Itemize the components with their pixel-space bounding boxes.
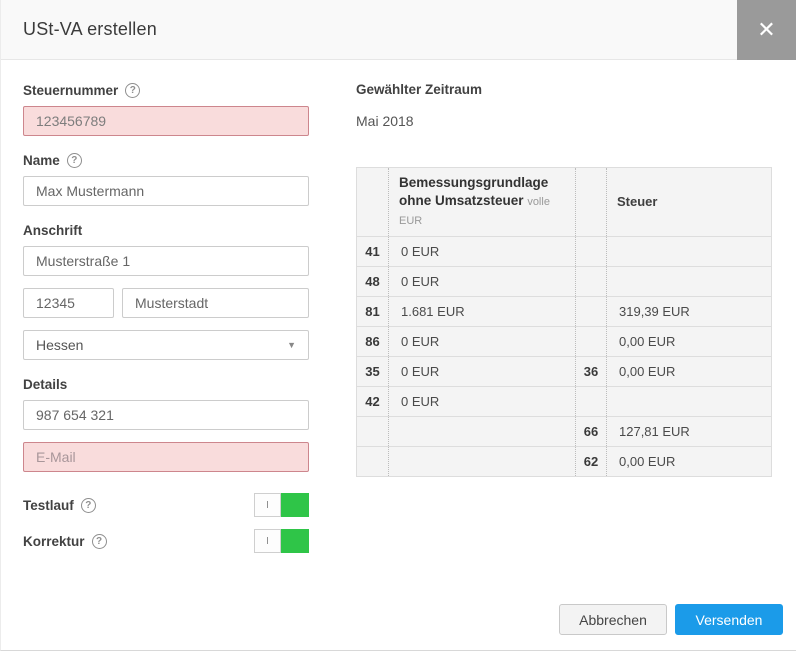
base-cell: 0 EUR — [389, 327, 576, 357]
street-input[interactable] — [23, 246, 309, 276]
base-cell — [389, 417, 576, 447]
base-cell: 0 EUR — [389, 387, 576, 417]
testlauf-row: Testlauf ? I — [23, 493, 309, 517]
tax-cell — [607, 267, 772, 297]
anschrift-label: Anschrift — [23, 222, 309, 238]
table-row: 35 0 EUR 36 0,00 EUR — [357, 357, 772, 387]
dialog-body: Steuernummer ? Name ? Anschrift Hessen ▼… — [1, 60, 796, 565]
state-select-value: Hessen — [36, 337, 83, 353]
state-select[interactable]: Hessen ▼ — [23, 330, 309, 360]
table-row: 41 0 EUR — [357, 237, 772, 267]
toggle-handle: I — [254, 493, 281, 517]
city-input[interactable] — [122, 288, 309, 318]
base-cell: 0 EUR — [389, 267, 576, 297]
code-cell: 42 — [357, 387, 389, 417]
steuernummer-label: Steuernummer ? — [23, 82, 309, 98]
help-icon[interactable]: ? — [67, 153, 82, 168]
table-row: 62 0,00 EUR — [357, 447, 772, 477]
close-button[interactable]: ✕ — [737, 0, 796, 60]
reference-input[interactable] — [23, 400, 309, 430]
form-column: Steuernummer ? Name ? Anschrift Hessen ▼… — [23, 82, 309, 565]
code-cell: 86 — [357, 327, 389, 357]
name-label: Name ? — [23, 152, 309, 168]
toggle-handle: I — [254, 529, 281, 553]
base-cell: 0 EUR — [389, 237, 576, 267]
zeitraum-label: Gewählter Zeitraum — [356, 82, 775, 97]
help-icon[interactable]: ? — [92, 534, 107, 549]
code2-cell: 62 — [576, 447, 607, 477]
code2-cell — [576, 327, 607, 357]
code-cell: 41 — [357, 237, 389, 267]
tax-cell: 319,39 EUR — [607, 297, 772, 327]
ust-va-dialog: USt-VA erstellen ✕ Steuernummer ? Name ?… — [0, 0, 796, 651]
testlauf-label-text: Testlauf — [23, 498, 74, 513]
header-base-cell: Bemessungsgrundlage ohne Umsatzsteuer vo… — [389, 168, 576, 237]
help-icon[interactable]: ? — [81, 498, 96, 513]
email-input[interactable] — [23, 442, 309, 472]
base-cell: 1.681 EUR — [389, 297, 576, 327]
testlauf-toggle[interactable]: I — [254, 493, 309, 517]
toggle-track-on — [281, 529, 309, 553]
korrektur-toggle[interactable]: I — [254, 529, 309, 553]
tax-cell — [607, 237, 772, 267]
zip-city-row — [23, 288, 309, 318]
table-row: 86 0 EUR 0,00 EUR — [357, 327, 772, 357]
name-input[interactable] — [23, 176, 309, 206]
help-icon[interactable]: ? — [125, 83, 140, 98]
dialog-footer: Abbrechen Versenden — [559, 604, 783, 635]
tax-cell: 0,00 EUR — [607, 447, 772, 477]
steuernummer-input[interactable] — [23, 106, 309, 136]
code-cell: 35 — [357, 357, 389, 387]
base-cell: 0 EUR — [389, 357, 576, 387]
chevron-down-icon: ▼ — [287, 340, 296, 350]
tax-cell: 127,81 EUR — [607, 417, 772, 447]
code-cell — [357, 447, 389, 477]
name-label-text: Name — [23, 153, 60, 168]
header-code-cell — [357, 168, 389, 237]
code-cell — [357, 417, 389, 447]
code-cell: 81 — [357, 297, 389, 327]
toggle-track-on — [281, 493, 309, 517]
code2-cell: 66 — [576, 417, 607, 447]
tax-cell — [607, 387, 772, 417]
zeitraum-value: Mai 2018 — [356, 113, 775, 129]
tax-cell: 0,00 EUR — [607, 357, 772, 387]
table-row: 66 127,81 EUR — [357, 417, 772, 447]
korrektur-row: Korrektur ? I — [23, 529, 309, 553]
cancel-button[interactable]: Abbrechen — [559, 604, 667, 635]
table-row: 81 1.681 EUR 319,39 EUR — [357, 297, 772, 327]
code-cell: 48 — [357, 267, 389, 297]
code2-cell — [576, 387, 607, 417]
zip-input[interactable] — [23, 288, 114, 318]
steuernummer-label-text: Steuernummer — [23, 83, 118, 98]
code2-cell: 36 — [576, 357, 607, 387]
base-header-line2: ohne Umsatzsteuer — [399, 193, 524, 208]
vat-table: Bemessungsgrundlage ohne Umsatzsteuer vo… — [356, 167, 772, 477]
tax-cell: 0,00 EUR — [607, 327, 772, 357]
korrektur-label-text: Korrektur — [23, 534, 85, 549]
testlauf-label: Testlauf ? — [23, 497, 96, 513]
base-header-line1: Bemessungsgrundlage — [399, 174, 565, 192]
header-tax-cell: Steuer — [607, 168, 772, 237]
details-label: Details — [23, 376, 309, 392]
table-row: 42 0 EUR — [357, 387, 772, 417]
code2-cell — [576, 267, 607, 297]
base-cell — [389, 447, 576, 477]
code2-cell — [576, 237, 607, 267]
header-code2-cell — [576, 168, 607, 237]
close-icon: ✕ — [757, 17, 775, 43]
dialog-title: USt-VA erstellen — [1, 19, 157, 40]
dialog-header: USt-VA erstellen ✕ — [1, 0, 796, 60]
summary-column: Gewählter Zeitraum Mai 2018 Bemessungsgr… — [356, 82, 775, 565]
table-header-row: Bemessungsgrundlage ohne Umsatzsteuer vo… — [357, 168, 772, 237]
table-row: 48 0 EUR — [357, 267, 772, 297]
submit-button[interactable]: Versenden — [675, 604, 783, 635]
code2-cell — [576, 297, 607, 327]
korrektur-label: Korrektur ? — [23, 533, 107, 549]
